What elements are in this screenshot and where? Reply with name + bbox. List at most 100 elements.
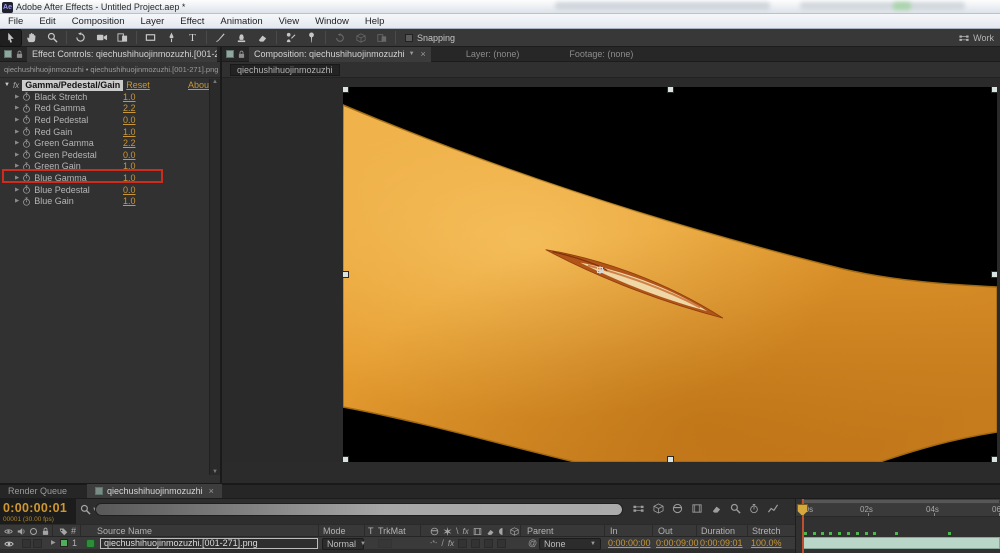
adjustment-toggle-cell[interactable]: [484, 539, 494, 548]
stopwatch-icon[interactable]: [22, 197, 31, 206]
property-row-red-pedestal[interactable]: ▶ Red Pedestal 0.0: [0, 114, 220, 126]
menu-view[interactable]: View: [271, 14, 307, 29]
keyframe-marker[interactable]: [873, 532, 876, 535]
layer-stretch-value[interactable]: 100.0%: [751, 537, 782, 550]
timeline-comp-tab[interactable]: qiechushihuojinmozuzhi ×: [87, 484, 222, 498]
scroll-up-icon[interactable]: ▲: [212, 79, 218, 85]
keyframe-marker[interactable]: [813, 532, 816, 535]
close-tab-icon[interactable]: ×: [421, 49, 426, 59]
effect-controls-tab[interactable]: Effect Controls: qiechushihuojinmozuzhi.…: [27, 46, 217, 62]
eraser-tool-button[interactable]: [252, 30, 273, 46]
close-tab-icon[interactable]: ×: [209, 486, 214, 496]
scroll-down-icon[interactable]: ▼: [212, 469, 218, 475]
camera-tool-button[interactable]: [91, 30, 112, 46]
property-row-blue-gain[interactable]: ▶ Blue Gain 1.0: [0, 195, 220, 207]
menu-window[interactable]: Window: [307, 14, 357, 29]
selection-handle[interactable]: [343, 87, 349, 93]
property-value[interactable]: 1.0: [123, 196, 136, 206]
type-tool-button[interactable]: T: [182, 30, 203, 46]
menu-layer[interactable]: Layer: [133, 14, 173, 29]
draft-3d-icon[interactable]: [653, 503, 664, 514]
time-ruler-area[interactable]: :00s 02s 04s 06s: [795, 499, 1000, 553]
layer-row[interactable]: ▶ 1 qiechushihuojinmozuzhi.[001-271].png…: [0, 537, 795, 550]
render-queue-tab[interactable]: Render Queue: [0, 484, 75, 498]
selection-handle[interactable]: [991, 87, 997, 93]
keyframe-marker[interactable]: [838, 532, 841, 535]
search-icon[interactable]: [80, 504, 91, 515]
menu-composition[interactable]: Composition: [64, 14, 133, 29]
stopwatch-icon[interactable]: [22, 115, 31, 124]
property-value[interactable]: 0.0: [123, 185, 136, 195]
stopwatch-icon[interactable]: [22, 139, 31, 148]
keyframe-marker[interactable]: [948, 532, 951, 535]
layer-shy-toggle[interactable]: -*-: [430, 537, 437, 550]
effect-about-link[interactable]: About: [188, 80, 212, 90]
selection-handle[interactable]: [667, 456, 674, 462]
keyframe-marker[interactable]: [895, 532, 898, 535]
mini-flowchart-icon[interactable]: [632, 503, 645, 514]
property-value[interactable]: 2.2: [123, 103, 136, 113]
property-value[interactable]: 2.2: [123, 138, 136, 148]
keyframe-marker[interactable]: [847, 532, 850, 535]
workspace-selector[interactable]: Work: [958, 33, 994, 43]
menu-effect[interactable]: Effect: [172, 14, 212, 29]
layer-expand-icon[interactable]: ▶: [51, 537, 56, 550]
hide-shy-layers-icon[interactable]: [672, 503, 683, 514]
effect-name[interactable]: Gamma/Pedestal/Gain: [22, 79, 124, 91]
timecode-block[interactable]: 0:00:00:01 00001 (30.00 fps): [0, 499, 76, 524]
expand-icon[interactable]: ▶: [15, 152, 19, 158]
layer-in-value[interactable]: 0:00:00:00: [608, 537, 651, 550]
composition-tab[interactable]: Composition: qiechushihuojinmozuzhi ▼ ×: [249, 46, 431, 62]
motion-blur-icon[interactable]: [711, 503, 722, 514]
solo-toggle-cell[interactable]: [33, 539, 42, 548]
selection-handle[interactable]: [343, 456, 349, 462]
selection-handle[interactable]: [343, 271, 349, 278]
effect-reset-link[interactable]: Reset: [126, 80, 150, 90]
snapping-checkbox[interactable]: [405, 33, 413, 42]
layer-tab[interactable]: Layer: (none): [461, 47, 525, 62]
effect-expand-icon[interactable]: ▼: [4, 82, 10, 88]
layer-quality-toggle[interactable]: /: [441, 537, 444, 550]
stopwatch-icon[interactable]: [22, 104, 31, 113]
property-row-green-gamma[interactable]: ▶ Green Gamma 2.2: [0, 137, 220, 149]
expand-icon[interactable]: ▶: [15, 187, 19, 193]
puppet-pin-tool-button[interactable]: [301, 30, 322, 46]
menu-file[interactable]: File: [0, 14, 31, 29]
clone-stamp-tool-button[interactable]: [231, 30, 252, 46]
keyframe-marker[interactable]: [829, 532, 832, 535]
menu-animation[interactable]: Animation: [212, 14, 270, 29]
brush-tool-button[interactable]: [210, 30, 231, 46]
stopwatch-icon[interactable]: [22, 92, 31, 101]
stopwatch-icon[interactable]: [22, 150, 31, 159]
expand-icon[interactable]: ▶: [15, 94, 19, 100]
expand-icon[interactable]: ▶: [15, 105, 19, 111]
time-ruler[interactable]: :00s 02s 04s 06s: [796, 504, 1000, 517]
auto-keyframe-icon[interactable]: [749, 503, 759, 514]
motion-blur-toggle-cell[interactable]: [471, 539, 481, 548]
frame-blending-icon[interactable]: [691, 503, 703, 514]
rotation-tool-button[interactable]: [70, 30, 91, 46]
frame-blend-toggle-cell[interactable]: [458, 539, 468, 548]
selection-handle[interactable]: [667, 87, 674, 93]
layer-duration-value[interactable]: 0:00:09:01: [700, 537, 743, 550]
effect-panel-scrollbar[interactable]: ▲ ▼: [209, 79, 220, 475]
expand-icon[interactable]: ▶: [15, 198, 19, 204]
layer-out-value[interactable]: 0:00:09:00: [656, 537, 699, 550]
layer-duration-bar[interactable]: [802, 537, 1000, 549]
blend-mode-dropdown[interactable]: Normal ▼: [322, 538, 366, 550]
parent-pickwhip-icon[interactable]: @: [528, 537, 537, 550]
property-value[interactable]: 1.0: [123, 92, 136, 102]
property-row-blue-pedestal[interactable]: ▶ Blue Pedestal 0.0: [0, 184, 220, 196]
graph-editor-icon[interactable]: [767, 503, 779, 514]
property-row-black-stretch[interactable]: ▶ Black Stretch 1.0: [0, 91, 220, 103]
keyframe-marker[interactable]: [856, 532, 859, 535]
audio-toggle-cell[interactable]: [22, 539, 31, 548]
expand-icon[interactable]: ▶: [15, 140, 19, 146]
roto-brush-tool-button[interactable]: [280, 30, 301, 46]
panel-icon[interactable]: [226, 50, 234, 58]
pan-behind-tool-button[interactable]: [112, 30, 133, 46]
property-row-red-gamma[interactable]: ▶ Red Gamma 2.2: [0, 103, 220, 115]
shape-tool-button[interactable]: [140, 30, 161, 46]
keyframe-marker[interactable]: [865, 532, 868, 535]
keyframe-marker[interactable]: [821, 532, 824, 535]
